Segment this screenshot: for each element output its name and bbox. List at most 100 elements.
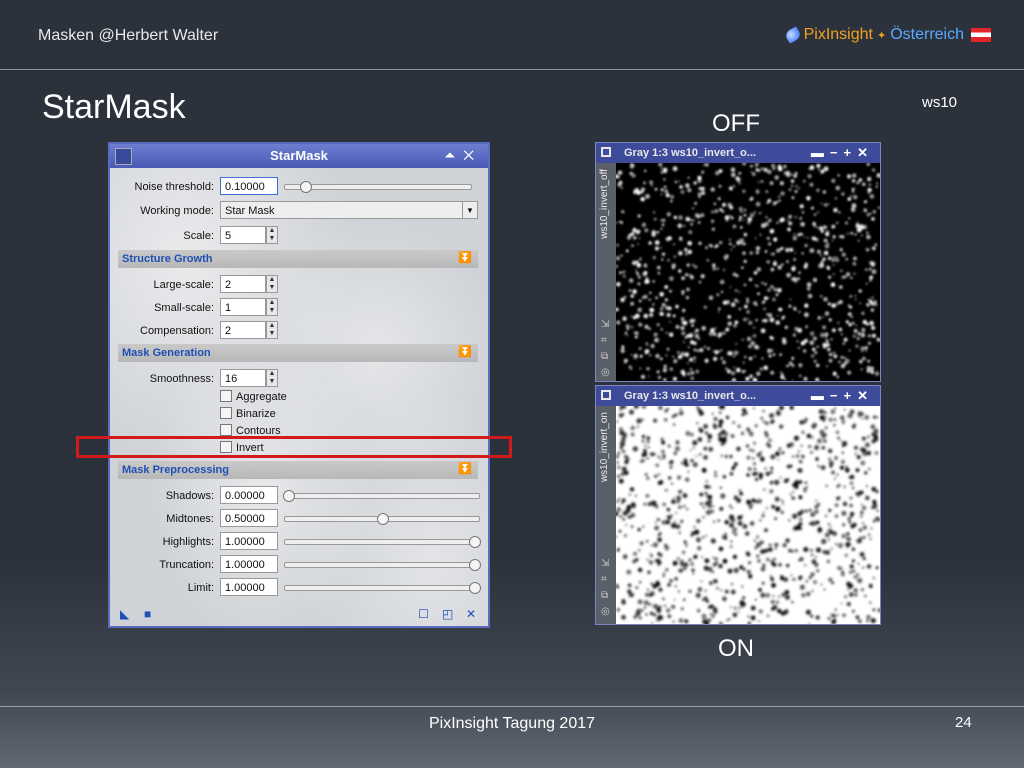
fit-icon[interactable]: ⌗ [601,335,607,346]
close-icon[interactable]: ✕ [857,388,874,403]
smoothness-input[interactable]: 16 [220,369,266,387]
mask-preprocessing-section[interactable]: Mask Preprocessing ⏬ [118,461,478,479]
mask-generation-section[interactable]: Mask Generation ⏬ [118,344,478,362]
image-window-off[interactable]: Gray 1:3 ws10_invert_o... ▬−+✕ ws10_inve… [595,142,881,382]
small-scale-spinner[interactable]: ▲ ▼ [266,298,278,316]
star-spot [744,304,748,309]
maximize-icon[interactable]: + [844,388,858,403]
shadows-input[interactable]: 0.00000 [220,486,278,504]
collapse-icon[interactable]: ⏬ [458,251,472,264]
star-spot [827,267,831,270]
star-spot [649,611,654,615]
image-window-on[interactable]: Gray 1:3 ws10_invert_o... ▬−+✕ ws10_inve… [595,385,881,625]
shade-icon[interactable]: ▬ [811,145,830,160]
star-spot [656,230,660,234]
window-title: Gray 1:3 ws10_invert_o... [624,147,757,159]
star-spot [874,371,880,376]
large-scale-input[interactable]: 2 [220,275,266,293]
star-spot [654,337,660,343]
slider-handle[interactable] [300,181,312,193]
star-spot [664,488,668,492]
window-titlebar[interactable]: Gray 1:3 ws10_invert_o... ▬−+✕ [596,386,880,406]
mask-icon[interactable]: ◎ [601,606,610,617]
star-spot [764,282,768,286]
collapse-icon[interactable]: ⏬ [458,462,472,475]
slider-handle[interactable] [283,490,295,502]
mask-icon[interactable]: ◎ [601,367,610,378]
dialog-titlebar[interactable]: StarMask ⏶✕ [110,144,488,168]
limit-slider[interactable] [284,582,481,594]
clone-icon[interactable]: ⧉ [601,351,608,362]
star-spot [692,440,698,446]
browse-doc-icon[interactable]: ☐ [418,608,430,620]
minimize-icon[interactable]: − [830,388,844,403]
close-icon[interactable]: ✕ [857,145,874,160]
star-spot [660,437,664,441]
clone-icon[interactable]: ⧉ [601,590,608,601]
star-spot [736,498,742,503]
window-titlebar[interactable]: Gray 1:3 ws10_invert_o... ▬−+✕ [596,143,880,163]
new-instance-icon[interactable]: ◣ [120,608,132,620]
highlights-input[interactable]: 1.00000 [220,532,278,550]
star-spot [760,167,764,170]
shade-icon[interactable]: ⏶ [444,147,463,163]
apply-icon[interactable]: ■ [144,608,156,620]
star-spot [823,433,827,437]
star-spot [719,506,724,511]
truncation-input[interactable]: 1.00000 [220,555,278,573]
structure-growth-section[interactable]: Structure Growth ⏬ [118,250,478,268]
compensation-spinner[interactable]: ▲ ▼ [266,321,278,339]
star-spot [819,295,823,298]
star-spot [852,609,855,613]
minimize-icon[interactable]: − [830,145,844,160]
truncation-slider[interactable] [284,559,481,571]
collapse-icon[interactable]: ⏬ [458,345,472,358]
highlights-slider[interactable] [284,536,481,548]
maximize-icon[interactable]: + [844,145,858,160]
star-spot [692,572,695,575]
star-spot [819,254,822,257]
star-spot [854,233,857,236]
noise-threshold-slider[interactable] [284,181,472,193]
close-icon[interactable]: ✕ [463,147,482,163]
compensation-input[interactable]: 2 [220,321,266,339]
star-spot [645,613,648,616]
small-scale-input[interactable]: 1 [220,298,266,316]
scale-spinner[interactable]: ▲ ▼ [266,226,278,244]
star-spot [669,579,673,583]
aggregate-checkbox[interactable] [220,390,232,402]
star-spot [651,308,654,311]
noise-threshold-input[interactable]: 0.10000 [220,177,278,195]
star-spot [860,503,863,506]
star-spot [686,508,689,511]
smoothness-spinner[interactable]: ▲ ▼ [266,369,278,387]
scale-input[interactable]: 5 [220,226,266,244]
reset-icon[interactable]: ✕ [466,608,478,620]
slider-handle[interactable] [377,513,389,525]
slider-handle[interactable] [469,582,481,594]
slider-handle[interactable] [469,559,481,571]
zoom-icon[interactable]: ⇲ [601,558,609,569]
star-spot [755,246,761,251]
fit-icon[interactable]: ⌗ [601,574,607,585]
edit-icon[interactable]: ◰ [442,608,454,620]
binarize-checkbox[interactable] [220,407,232,419]
midtones-slider[interactable] [284,513,480,525]
large-scale-spinner[interactable]: ▲ ▼ [266,275,278,293]
slider-handle[interactable] [469,536,481,548]
star-spot [618,413,623,418]
working-mode-select[interactable]: Star Mask ▼ [220,201,478,219]
shadows-slider[interactable] [283,490,480,502]
shade-icon[interactable]: ▬ [811,388,830,403]
zoom-icon[interactable]: ⇲ [601,319,609,330]
star-spot [630,425,635,431]
midtones-input[interactable]: 0.50000 [220,509,278,527]
star-spot [678,505,682,509]
star-spot [747,217,752,222]
star-spot [640,190,644,194]
chevron-down-icon[interactable]: ▼ [462,202,477,218]
star-spot [687,241,692,246]
star-spot [861,234,863,237]
contours-checkbox[interactable] [220,424,232,436]
limit-input[interactable]: 1.00000 [220,578,278,596]
